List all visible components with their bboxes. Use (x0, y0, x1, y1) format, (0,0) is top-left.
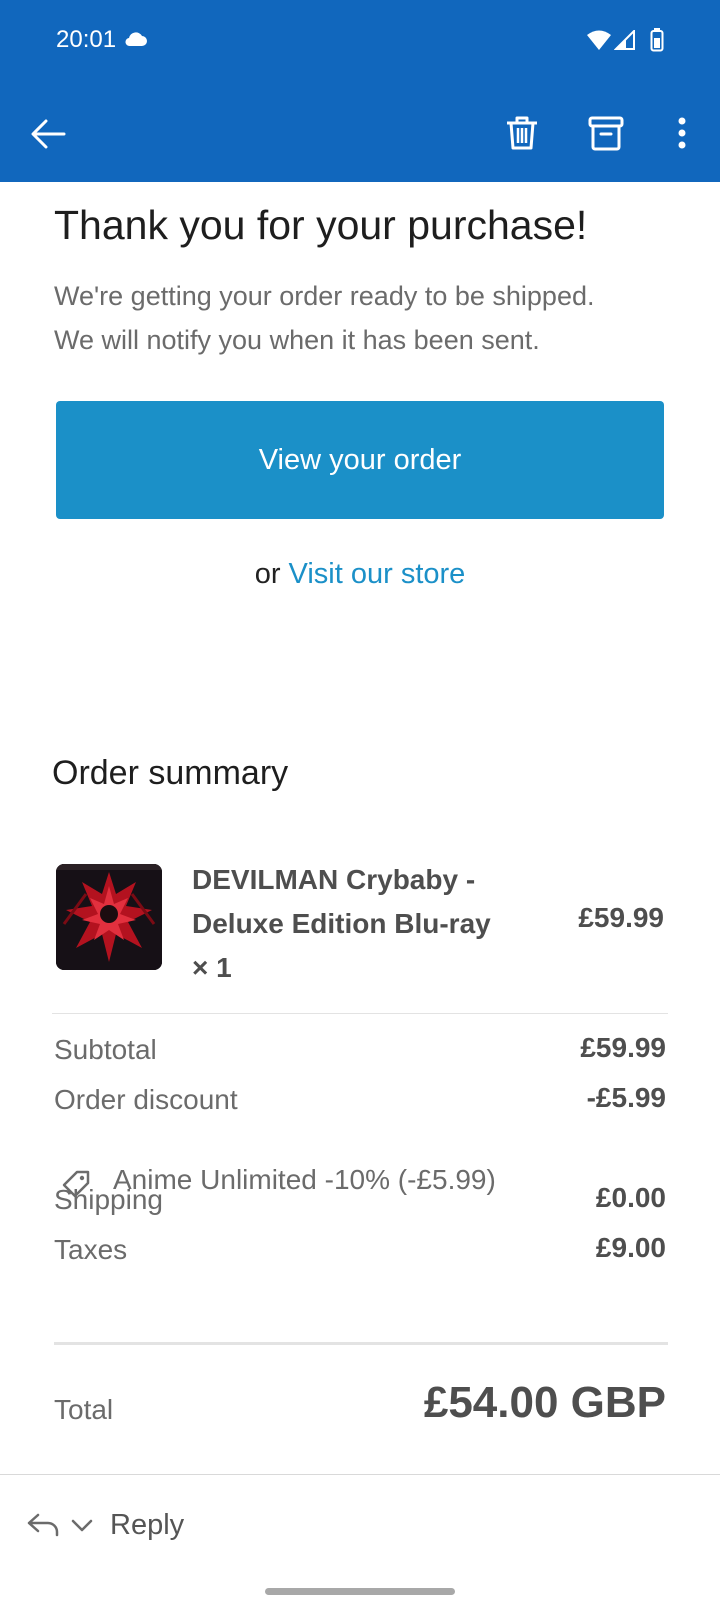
app-bar: 20:01 (0, 0, 720, 182)
product-name: DEVILMAN Crybaby - Deluxe Edition Blu-ra… (192, 864, 491, 983)
back-button[interactable] (26, 110, 74, 158)
total-value: £54.00 GBP (423, 1378, 666, 1427)
discount-value: -£5.99 (586, 1082, 666, 1113)
message-line-1: We're getting your order ready to be shi… (54, 281, 595, 311)
visit-store-link[interactable]: Visit our store (289, 558, 466, 590)
archive-icon (588, 116, 624, 151)
trash-icon (507, 116, 537, 150)
arrow-left-icon (31, 119, 66, 149)
product-image (56, 864, 162, 970)
view-order-button[interactable]: View your order (56, 401, 664, 519)
battery-icon (650, 28, 664, 52)
home-indicator[interactable] (265, 1588, 455, 1595)
email-message: We're getting your order ready to be shi… (54, 274, 674, 362)
shipping-label: Shipping (54, 1184, 163, 1215)
or-text: or (254, 558, 289, 590)
taxes-value: £9.00 (595, 1232, 666, 1263)
signal-icon (614, 30, 635, 50)
message-line-2: We will notify you when it has been sent… (54, 325, 540, 355)
wifi-icon (587, 30, 611, 50)
order-summary-title: Order summary (52, 754, 289, 792)
discount-label: Order discount (54, 1084, 238, 1115)
reply-icon (27, 1513, 59, 1537)
total-label: Total (54, 1394, 114, 1425)
delete-button[interactable] (498, 110, 546, 158)
cloud-icon (125, 32, 147, 47)
chevron-down-icon[interactable] (70, 1517, 94, 1533)
subtotal-value: £59.99 (580, 1032, 666, 1063)
status-time: 20:01 (56, 26, 117, 53)
taxes-label: Taxes (54, 1234, 128, 1265)
product-price: £59.99 (578, 902, 664, 933)
summary-divider (52, 1013, 668, 1014)
email-body: Thank you for your purchase! We're getti… (0, 182, 720, 1472)
total-divider (54, 1342, 668, 1345)
more-vertical-icon (678, 117, 686, 149)
store-link-line: or Visit our store (0, 558, 720, 591)
subtotal-label: Subtotal (54, 1034, 157, 1065)
email-heading: Thank you for your purchase! (54, 202, 588, 248)
more-options-button[interactable] (662, 110, 702, 158)
shipping-value: £0.00 (595, 1182, 666, 1213)
discount-code: Anime Unlimited -10% (-£5.99) (113, 1164, 496, 1195)
view-order-button-label: View your order (258, 443, 462, 476)
reply-bar[interactable]: Reply (0, 1474, 720, 1574)
archive-button[interactable] (582, 110, 630, 158)
reply-label[interactable]: Reply (110, 1509, 184, 1542)
